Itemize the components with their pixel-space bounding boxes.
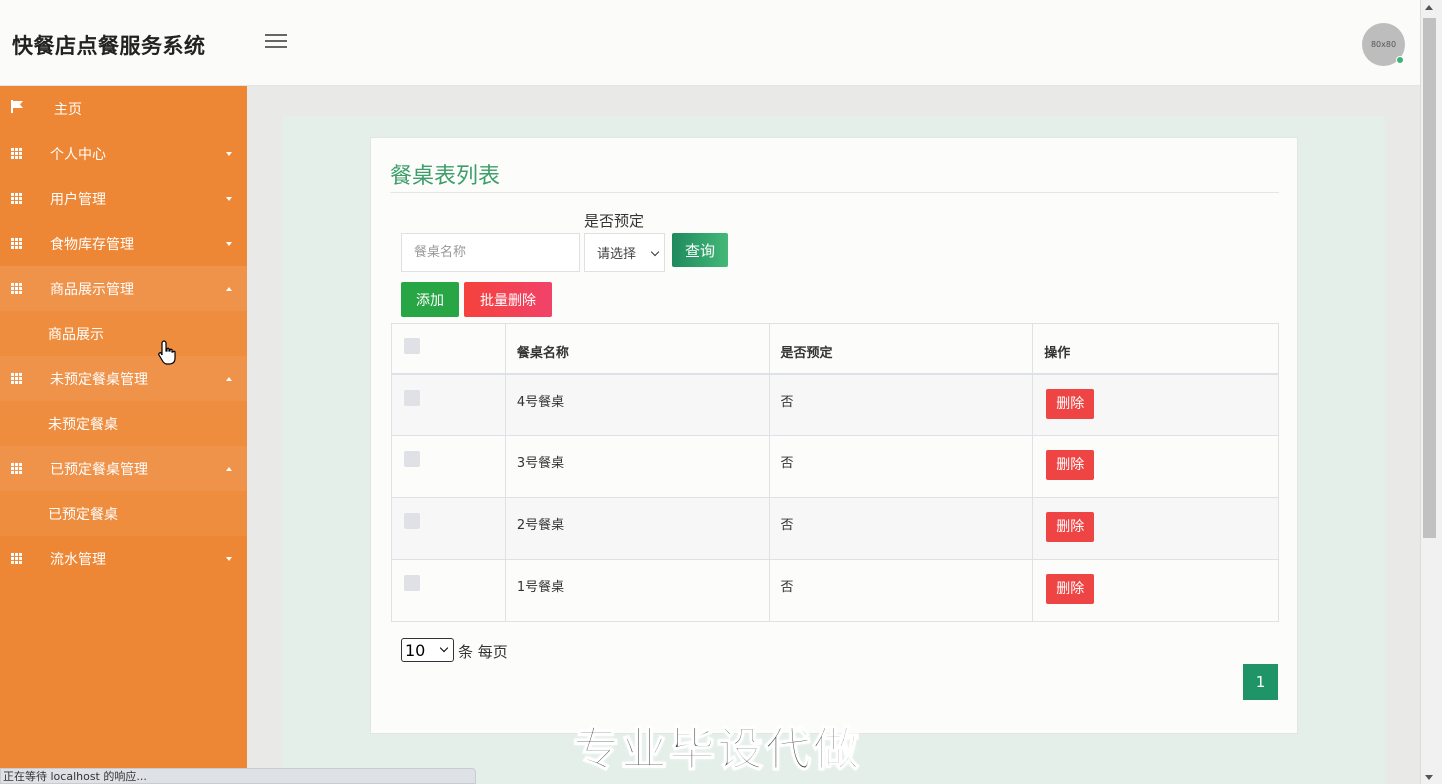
cell-reserved: 否 <box>768 497 1034 560</box>
table-list: 餐桌名称 是否预定 操作 4号餐桌 否 删除 3号餐桌 否 删除 2号餐桌 否 <box>391 323 1279 622</box>
column-header-name: 餐桌名称 <box>504 323 770 375</box>
cell-table-name: 4号餐桌 <box>504 373 770 436</box>
row-checkbox[interactable] <box>404 389 420 406</box>
column-header-actions: 操作 <box>1032 323 1279 375</box>
caret-down-icon <box>226 151 232 156</box>
app-title: 快餐店点餐服务系统 <box>12 34 206 58</box>
sidebar-subitem-unreserved-table[interactable]: 未预定餐桌 <box>0 401 247 446</box>
caret-down-icon <box>226 556 232 561</box>
chevron-down-icon <box>650 247 660 257</box>
grid-icon <box>11 282 24 294</box>
cell-table-name: 3号餐桌 <box>504 435 770 498</box>
caret-up-icon <box>226 286 232 291</box>
row-checkbox[interactable] <box>404 451 420 467</box>
pagination-page-1[interactable]: 1 <box>1243 664 1278 700</box>
table-row: 1号餐桌 否 删除 <box>391 559 1279 622</box>
grid-icon <box>11 552 24 564</box>
add-button[interactable]: 添加 <box>401 282 459 317</box>
flag-icon <box>11 100 23 113</box>
chevron-down-icon <box>439 643 449 653</box>
browser-status-bar: 正在等待 localhost 的响应... <box>0 768 476 784</box>
caret-down-icon <box>226 196 232 201</box>
batch-delete-button[interactable]: 批量删除 <box>464 282 552 317</box>
sidebar-item-home[interactable]: 主页 <box>0 86 247 131</box>
row-checkbox[interactable] <box>404 513 420 529</box>
table-row: 4号餐桌 否 删除 <box>391 373 1279 436</box>
sidebar-item-label: 未预定餐桌管理 <box>50 371 148 388</box>
page-size-select[interactable]: 10 <box>401 638 454 662</box>
reserved-filter-select[interactable]: 请选择 <box>584 233 665 272</box>
sidebar-item-personal-center[interactable]: 个人中心 <box>0 131 247 176</box>
hand-cursor-icon <box>158 340 176 365</box>
title-divider <box>390 192 1279 193</box>
sidebar: 主页 个人中心 用户管理 食物库存管理 商品展示管理 商品展示 未预定餐桌管理 … <box>0 86 247 784</box>
reserved-filter-label: 是否预定 <box>584 212 645 230</box>
cell-table-name: 1号餐桌 <box>504 559 770 622</box>
grid-icon <box>11 147 24 159</box>
sidebar-subitem-reserved-table[interactable]: 已预定餐桌 <box>0 491 247 536</box>
table-name-search-input[interactable] <box>401 233 580 272</box>
cell-table-name: 2号餐桌 <box>504 497 770 560</box>
scroll-down-arrow-icon[interactable] <box>1425 775 1433 780</box>
sidebar-item-label: 个人中心 <box>50 146 106 163</box>
sidebar-item-food-inventory[interactable]: 食物库存管理 <box>0 221 247 266</box>
sidebar-item-reserved-table-management[interactable]: 已预定餐桌管理 <box>0 446 247 491</box>
sidebar-item-user-management[interactable]: 用户管理 <box>0 176 247 221</box>
delete-button[interactable]: 删除 <box>1046 512 1095 542</box>
cell-reserved: 否 <box>768 435 1034 498</box>
query-button[interactable]: 查询 <box>672 233 728 267</box>
sidebar-item-label: 用户管理 <box>50 191 106 208</box>
sidebar-item-label: 已预定餐桌管理 <box>50 461 148 478</box>
grid-icon <box>11 372 24 384</box>
sidebar-item-label: 主页 <box>54 101 82 118</box>
delete-button[interactable]: 删除 <box>1046 450 1095 480</box>
grid-icon <box>11 192 24 204</box>
delete-button[interactable]: 删除 <box>1046 388 1095 419</box>
per-page-label: 条 每页 <box>458 643 508 661</box>
table-row: 2号餐桌 否 删除 <box>391 497 1279 560</box>
sidebar-item-label: 食物库存管理 <box>50 236 134 253</box>
row-checkbox[interactable] <box>404 575 420 591</box>
grid-icon <box>11 462 24 474</box>
cell-reserved: 否 <box>768 373 1034 436</box>
table-row: 3号餐桌 否 删除 <box>391 435 1279 498</box>
sidebar-item-label: 商品展示管理 <box>50 281 134 298</box>
table-list-card: 餐桌表列表 是否预定 请选择 查询 添加 批量删除 餐桌名称 是否预定 操作 4… <box>370 137 1298 734</box>
sidebar-item-unreserved-table-management[interactable]: 未预定餐桌管理 <box>0 356 247 401</box>
table-header-row: 餐桌名称 是否预定 操作 <box>391 323 1279 375</box>
delete-button[interactable]: 删除 <box>1046 574 1095 604</box>
sidebar-item-product-display-management[interactable]: 商品展示管理 <box>0 266 247 311</box>
scrollbar-thumb[interactable] <box>1423 18 1436 538</box>
watermark-text: 专业毕设代做 <box>572 721 861 777</box>
page-title: 餐桌表列表 <box>390 164 501 189</box>
select-all-header <box>391 323 506 375</box>
caret-down-icon <box>226 241 232 246</box>
column-header-reserved: 是否预定 <box>768 323 1034 375</box>
online-status-icon <box>1396 56 1404 64</box>
menu-toggle-icon[interactable] <box>265 34 287 52</box>
caret-up-icon <box>226 376 232 381</box>
top-header: 快餐店点餐服务系统 <box>0 0 1420 86</box>
caret-up-icon <box>226 466 232 471</box>
sidebar-item-label: 流水管理 <box>50 551 106 568</box>
sidebar-item-transaction-management[interactable]: 流水管理 <box>0 536 247 581</box>
grid-icon <box>11 237 24 249</box>
cell-reserved: 否 <box>768 559 1034 622</box>
sidebar-subitem-product-display[interactable]: 商品展示 <box>0 311 247 356</box>
select-all-checkbox[interactable] <box>404 338 420 354</box>
scroll-up-arrow-icon[interactable] <box>1425 5 1433 10</box>
